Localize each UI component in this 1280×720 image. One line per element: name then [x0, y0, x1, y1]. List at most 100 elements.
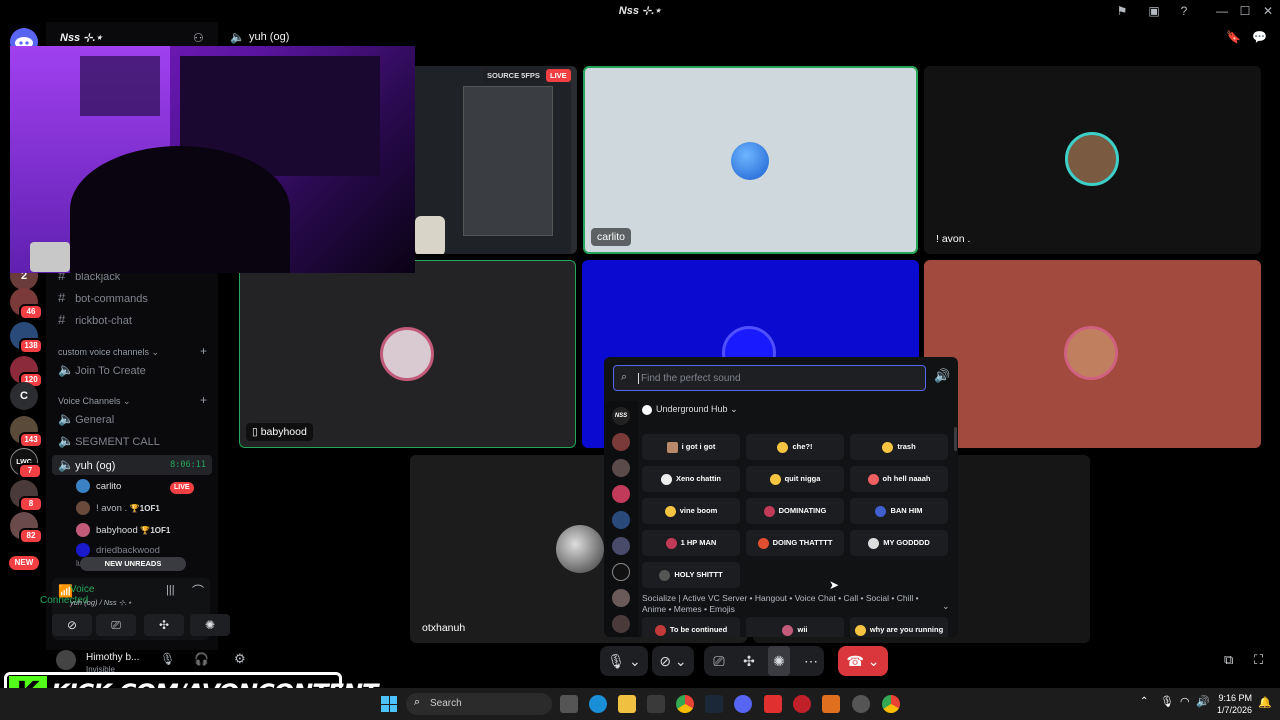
tray-chevron-icon[interactable]: ⌃ — [1140, 696, 1148, 707]
participant-tile-babyhood[interactable]: ▯ babyhood — [239, 260, 576, 448]
chevron-down-icon[interactable]: ⌄ — [942, 601, 950, 612]
server-icon[interactable]: NSS — [612, 407, 630, 425]
noise-icon[interactable]: ||| — [166, 584, 175, 596]
server-icon[interactable]: C — [10, 382, 38, 410]
notification-icon[interactable]: 🔔 — [1258, 696, 1272, 709]
server-icon[interactable]: 8 — [10, 480, 43, 512]
channel-rickbot-chat[interactable]: # rickbot-chat — [58, 310, 218, 330]
headphones-icon[interactable]: 🎧 — [194, 652, 209, 666]
store-icon[interactable] — [647, 695, 665, 713]
sound-button[interactable]: 1 HP MAN — [642, 530, 740, 556]
category-voice[interactable]: Voice Channels ⌄ — [58, 396, 131, 407]
sound-section-header[interactable]: Socialize | Active VC Server • Hangout •… — [642, 593, 922, 615]
sound-button[interactable]: vine boom — [642, 498, 740, 524]
task-view-icon[interactable] — [560, 695, 578, 713]
camera-off-icon[interactable]: ⊘ — [52, 614, 92, 636]
microphone-icon[interactable]: 🎙 — [160, 652, 175, 666]
activities-icon[interactable]: ✣ — [144, 614, 184, 636]
server-icon[interactable]: 120 — [10, 356, 43, 388]
sound-search-input[interactable]: ⌕ Find the perfect sound — [613, 365, 926, 391]
file-explorer-icon[interactable] — [618, 695, 636, 713]
popout-icon[interactable]: ⧉ — [1224, 652, 1233, 668]
server-icon[interactable] — [612, 433, 630, 451]
chrome-icon[interactable] — [882, 695, 900, 713]
settings-gear-icon[interactable]: ⚙ — [234, 651, 246, 667]
server-icon[interactable] — [612, 459, 630, 477]
app-icon[interactable] — [822, 695, 840, 713]
volume-tray-icon[interactable]: 🔊 — [1196, 695, 1210, 708]
sound-button[interactable]: wii — [746, 617, 844, 637]
member-babyhood[interactable]: babyhood 🏆1OF1 — [76, 521, 170, 541]
server-icon[interactable]: 143 — [10, 416, 43, 448]
share-screen-icon[interactable]: ⎚ — [708, 646, 730, 676]
new-badge[interactable]: NEW — [9, 556, 39, 570]
soundboard-icon[interactable]: ✺ — [190, 614, 230, 636]
avatar[interactable] — [56, 650, 76, 670]
sound-button[interactable]: i got i got — [642, 434, 740, 460]
share-screen-icon[interactable]: ⎚ — [96, 614, 136, 636]
chat-icon[interactable]: 💬 — [1252, 30, 1267, 44]
server-icon[interactable] — [612, 615, 630, 633]
app-icon[interactable] — [852, 695, 870, 713]
server-icon[interactable] — [612, 485, 630, 503]
sound-button[interactable]: HOLY SHITTT — [642, 562, 740, 588]
server-icon[interactable] — [612, 563, 630, 581]
server-icon[interactable]: 138 — [10, 322, 43, 354]
server-icon[interactable] — [612, 537, 630, 555]
channel-yuh-og[interactable]: 🔈 yuh (og) 8:06:11 — [52, 455, 212, 475]
clock-time[interactable]: 9:16 PM — [1214, 693, 1252, 703]
sound-button[interactable]: MY GODDDD — [850, 530, 948, 556]
inbox-icon[interactable]: ⚑ — [1114, 3, 1130, 19]
member-avon[interactable]: ! avon . 🏆1OF1 — [76, 499, 160, 519]
volume-icon[interactable]: 🔊 — [934, 368, 950, 384]
sound-button[interactable]: why are you running — [850, 617, 948, 637]
participant-tile-avon[interactable]: ! avon . — [924, 66, 1261, 254]
close-button[interactable]: ✕ — [1260, 3, 1276, 19]
sound-button[interactable]: Xeno chattin — [642, 466, 740, 492]
channel-segment-call[interactable]: 🔈 SEGMENT CALL — [58, 431, 218, 451]
activities-icon[interactable]: ✣ — [738, 646, 760, 676]
mute-toggle[interactable]: 🎙 ⌄ — [600, 646, 648, 676]
add-channel-icon[interactable]: + — [200, 393, 207, 407]
sound-button[interactable]: DOMINATING — [746, 498, 844, 524]
server-icon[interactable] — [612, 589, 630, 607]
steam-icon[interactable] — [705, 695, 723, 713]
server-icon[interactable]: LWC7 — [10, 448, 42, 479]
new-unreads-pill[interactable]: NEW UNREADS — [80, 557, 186, 571]
sound-button[interactable]: trash — [850, 434, 948, 460]
channel-bot-commands[interactable]: # bot-commands — [58, 288, 218, 308]
discord-taskbar-icon[interactable] — [734, 695, 752, 713]
participant-tile-carlito[interactable]: carlito — [583, 66, 918, 254]
participant-tile[interactable] — [924, 260, 1261, 448]
sound-button[interactable]: che?! — [746, 434, 844, 460]
windows-start-icon[interactable] — [381, 696, 397, 712]
sound-button[interactable]: quit nigga — [746, 466, 844, 492]
server-name[interactable]: Nss ⊹.⋆ — [60, 31, 102, 44]
soundboard-icon[interactable]: ✺ — [768, 646, 790, 676]
category-custom-voice[interactable]: custom voice channels ⌄ — [58, 347, 159, 358]
wifi-icon[interactable]: ◠ — [1180, 695, 1190, 708]
username[interactable]: Himothy b... — [86, 652, 139, 663]
server-icon[interactable] — [612, 511, 630, 529]
sound-button[interactable]: DOING THATTTT — [746, 530, 844, 556]
add-channel-icon[interactable]: + — [200, 344, 207, 358]
more-icon[interactable]: ⋯ — [800, 646, 822, 676]
hang-up-button[interactable]: ☎ ⌄ — [838, 646, 888, 676]
opera-icon[interactable] — [793, 695, 811, 713]
edge-icon[interactable] — [589, 695, 607, 713]
mic-tray-icon[interactable]: 🎙 — [1160, 695, 1174, 708]
fullscreen-icon[interactable]: ⛶ — [1254, 652, 1263, 668]
help-icon[interactable]: ? — [1176, 3, 1192, 19]
camera-toggle[interactable]: ⊘ ⌄ — [652, 646, 694, 676]
screen-icon[interactable]: ▣ — [1146, 3, 1162, 19]
sound-section-header[interactable]: Underground Hub ⌄ — [642, 404, 738, 415]
maximize-button[interactable]: ☐ — [1237, 3, 1253, 19]
minimize-button[interactable]: — — [1214, 3, 1230, 19]
chrome-icon[interactable] — [676, 695, 694, 713]
server-icon[interactable]: 46 — [10, 288, 43, 320]
disconnect-icon[interactable]: ⌒ — [192, 582, 204, 599]
app-icon[interactable] — [764, 695, 782, 713]
sound-button[interactable]: oh hell naaah — [850, 466, 948, 492]
bookmark-icon[interactable]: 🔖 — [1226, 30, 1241, 44]
channel-join-to-create[interactable]: 🔈 Join To Create — [58, 360, 218, 380]
